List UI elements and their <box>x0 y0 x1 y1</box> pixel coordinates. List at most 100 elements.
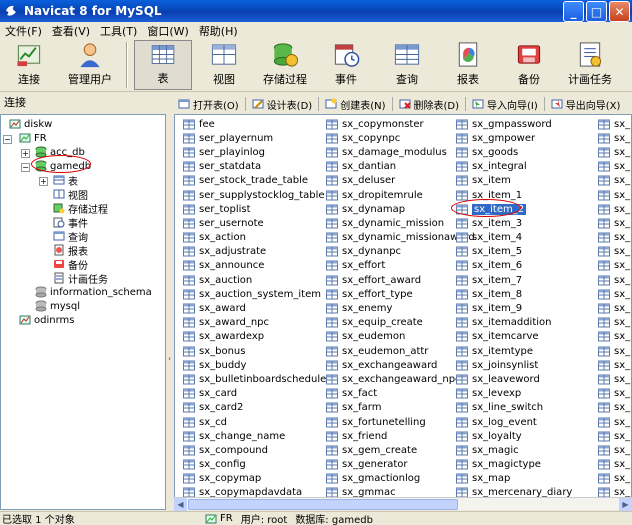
table-item[interactable]: sx_exchangeaward_npc <box>326 372 475 386</box>
table-item[interactable]: sx_p <box>598 358 631 372</box>
design-table-button[interactable]: 设计表(D) <box>248 97 317 112</box>
connect-button[interactable]: 连接 <box>0 40 58 90</box>
table-item[interactable]: sx_exchangeaward <box>326 358 475 372</box>
table-item[interactable]: sx_copynpc <box>326 131 475 145</box>
splitter-grip[interactable]: ‹ <box>168 354 172 368</box>
table-item[interactable]: sx_p <box>598 401 631 415</box>
tree-expand-toggle[interactable]: + <box>21 149 30 158</box>
table-item[interactable]: sx_awardexp <box>183 330 326 344</box>
table-item[interactable]: sx_effort_award <box>326 273 475 287</box>
table-item[interactable]: sx_config <box>183 458 326 472</box>
schedule-button[interactable]: 计画任务 <box>561 40 619 90</box>
tree-collapse-toggle[interactable]: − <box>3 135 12 144</box>
table-item[interactable]: sx_r <box>598 188 631 202</box>
table-item[interactable]: sx_p <box>598 259 631 273</box>
views-button[interactable]: 视图 <box>195 40 253 90</box>
tree-node-backup[interactable]: 备份 <box>53 257 88 272</box>
table-item[interactable]: sx_dropitemrule <box>326 188 475 202</box>
pane-splitter[interactable]: ‹ <box>167 94 173 510</box>
table-item[interactable]: sx_auction <box>183 273 326 287</box>
table-item[interactable]: sx_p <box>598 316 631 330</box>
tree-expand-toggle[interactable]: + <box>39 177 48 186</box>
table-item[interactable]: sx_leaveword <box>456 372 572 386</box>
table-item[interactable]: sx_adjustrate <box>183 245 326 259</box>
table-item[interactable]: sx_card2 <box>183 401 326 415</box>
table-item[interactable]: sx_p <box>598 387 631 401</box>
table-item[interactable]: sx_itemaddition <box>456 316 572 330</box>
table-item[interactable]: sx_log_event <box>456 415 572 429</box>
tree-node-procedures[interactable]: 存储过程 <box>53 201 108 216</box>
procedures-button[interactable]: 存储过程 <box>256 40 314 90</box>
table-item[interactable]: sx_copymonster <box>326 117 475 131</box>
table-item[interactable]: fee <box>183 117 326 131</box>
table-item[interactable]: sx_bonus <box>183 344 326 358</box>
tree-node-events[interactable]: 事件 <box>53 215 88 230</box>
table-item[interactable]: sx_eudemon_attr <box>326 344 475 358</box>
manage-users-button[interactable]: 管理用户 <box>61 40 119 90</box>
table-item[interactable]: sx_award_npc <box>183 316 326 330</box>
tree-collapse-toggle[interactable]: − <box>21 163 30 172</box>
table-item[interactable]: sx_p <box>598 330 631 344</box>
table-item[interactable]: sx_p <box>598 245 631 259</box>
tree-node-information-schema[interactable]: information_schema <box>35 285 152 299</box>
table-item[interactable]: sx_eudemon <box>326 330 475 344</box>
table-item[interactable]: sx_farm <box>326 401 475 415</box>
table-item[interactable]: sx_deluser <box>326 174 475 188</box>
table-item[interactable]: sx_r <box>598 429 631 443</box>
table-item[interactable]: ser_playinlog <box>183 145 326 159</box>
table-item[interactable]: sx_joinsynlist <box>456 358 572 372</box>
scroll-right-arrow[interactable]: ▶ <box>619 498 632 511</box>
table-item[interactable]: sx_r <box>598 174 631 188</box>
table-item[interactable]: sx_p <box>598 216 631 230</box>
tree-node-queries[interactable]: 查询 <box>53 229 88 244</box>
table-item[interactable]: sx_r <box>598 443 631 457</box>
tree-node-schedule[interactable]: 计画任务 <box>53 271 108 286</box>
table-item[interactable]: sx_r <box>598 415 631 429</box>
table-item[interactable]: sx_item_3 <box>456 216 572 230</box>
menu-view[interactable]: 查看(V) <box>47 23 95 39</box>
table-item[interactable]: sx_effort_type <box>326 287 475 301</box>
table-item[interactable]: sx_r <box>598 131 631 145</box>
table-item[interactable]: sx_copymap <box>183 472 326 486</box>
table-item[interactable]: sx_itemtype <box>456 344 572 358</box>
table-item[interactable]: sx_generator <box>326 458 475 472</box>
table-item[interactable]: sx_damage_modulus <box>326 145 475 159</box>
export-wizard-button[interactable]: 导出向导(X) <box>547 97 625 112</box>
table-item[interactable]: sx_p <box>598 273 631 287</box>
import-wizard-button[interactable]: 导入向导(I) <box>468 97 542 112</box>
table-item[interactable]: sx_announce <box>183 259 326 273</box>
table-item[interactable]: sx_r <box>598 117 631 131</box>
table-item[interactable]: sx_item_7 <box>456 273 572 287</box>
table-item[interactable]: ser_usernote <box>183 216 326 230</box>
table-item[interactable]: sx_magic <box>456 443 572 457</box>
table-item[interactable]: sx_buddy <box>183 358 326 372</box>
table-item[interactable]: sx_p <box>598 301 631 315</box>
table-item[interactable]: sx_integral <box>456 160 572 174</box>
table-item[interactable]: ser_toplist <box>183 202 326 216</box>
table-item[interactable]: sx_p <box>598 372 631 386</box>
table-item[interactable]: sx_p <box>598 344 631 358</box>
table-item[interactable]: sx_auction_system_item <box>183 287 326 301</box>
table-item[interactable]: sx_gmactionlog <box>326 472 475 486</box>
table-item[interactable]: sx_p <box>598 202 631 216</box>
backup-button[interactable]: 备份 <box>500 40 558 90</box>
table-item[interactable]: sx_map <box>456 472 572 486</box>
menu-tools[interactable]: 工具(T) <box>95 23 142 39</box>
scroll-thumb[interactable] <box>188 499 458 510</box>
table-item[interactable]: sx_compound <box>183 443 326 457</box>
horizontal-scrollbar[interactable]: ◀ ▶ <box>174 497 632 511</box>
table-item[interactable]: sx_itemcarve <box>456 330 572 344</box>
tree-node-mysql[interactable]: mysql <box>35 299 80 313</box>
table-item[interactable]: sx_item_9 <box>456 301 572 315</box>
menu-window[interactable]: 窗口(W) <box>142 23 193 39</box>
table-item[interactable]: ser_playernum <box>183 131 326 145</box>
maximize-button[interactable]: □ <box>586 1 607 22</box>
tree-node-views[interactable]: 视图 <box>53 187 88 202</box>
table-item[interactable]: sx_item_6 <box>456 259 572 273</box>
tree-node-odinrms[interactable]: odinrms <box>19 313 74 327</box>
close-button[interactable]: ✕ <box>609 1 630 22</box>
table-item[interactable]: sx_p <box>598 231 631 245</box>
table-item[interactable]: sx_change_name <box>183 429 326 443</box>
events-button[interactable]: 事件 <box>317 40 375 90</box>
tree-node-fr[interactable]: FR <box>19 131 47 145</box>
